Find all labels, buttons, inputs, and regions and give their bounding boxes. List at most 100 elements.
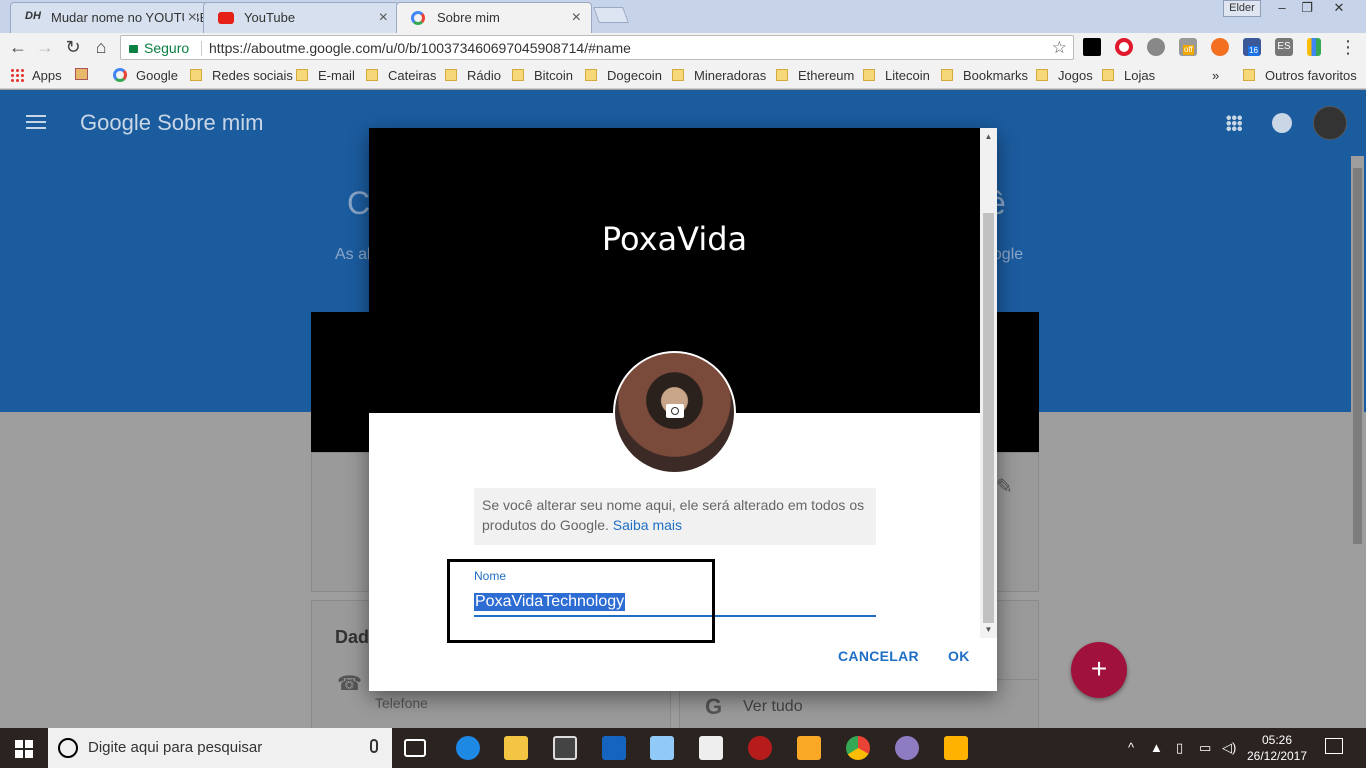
add-fab-button[interactable]: + bbox=[1071, 642, 1127, 698]
media-player-icon[interactable] bbox=[944, 736, 968, 760]
volume-icon[interactable]: ◁) bbox=[1222, 740, 1236, 756]
bookmark-folder-cateiras[interactable]: Cateiras bbox=[366, 68, 436, 83]
address-bar[interactable]: Seguro https://aboutme.google.com/u/0/b/… bbox=[120, 35, 1074, 60]
app-paper-icon[interactable] bbox=[650, 736, 674, 760]
google-icon bbox=[113, 68, 127, 82]
bookmark-google[interactable]: Google bbox=[113, 68, 178, 83]
folder-icon bbox=[776, 69, 788, 81]
extension-counter-icon[interactable]: 16 bbox=[1243, 38, 1261, 56]
notification-center-icon[interactable] bbox=[1325, 738, 1343, 754]
app-orange-icon[interactable] bbox=[797, 736, 821, 760]
folder-icon bbox=[585, 69, 597, 81]
windows-start-icon[interactable] bbox=[15, 740, 33, 758]
bookmark-folder-mineradoras[interactable]: Mineradoras bbox=[672, 68, 766, 83]
app-red-icon[interactable] bbox=[748, 736, 772, 760]
forward-arrow-icon[interactable]: → bbox=[33, 36, 57, 60]
close-icon[interactable]: × bbox=[572, 9, 581, 27]
system-clock[interactable]: 05:26 26/12/2017 bbox=[1244, 732, 1310, 764]
app-window-icon[interactable] bbox=[602, 736, 626, 760]
scroll-up-icon[interactable]: ▲ bbox=[980, 128, 997, 145]
tab-mudar-nome[interactable]: DH Mudar nome no YOUTUBE × bbox=[10, 2, 208, 33]
bookmark-folder-email[interactable]: E-mail bbox=[296, 68, 355, 83]
bookmark-folder-litecoin[interactable]: Litecoin bbox=[863, 68, 930, 83]
bookmark-folder-ethereum[interactable]: Ethereum bbox=[776, 68, 854, 83]
task-view-icon[interactable] bbox=[404, 739, 426, 757]
language-extension-icon[interactable]: ES bbox=[1275, 38, 1293, 56]
lightbulb-icon[interactable] bbox=[1147, 38, 1165, 56]
folder-icon bbox=[941, 69, 953, 81]
profile-button[interactable]: Elder bbox=[1223, 0, 1261, 17]
bookmark-folder-outros[interactable]: Outros favoritos bbox=[1243, 68, 1357, 83]
battery-icon[interactable]: ▯ bbox=[1176, 740, 1183, 756]
page-scrollbar[interactable] bbox=[1351, 156, 1364, 728]
file-explorer-icon[interactable] bbox=[504, 736, 528, 760]
mail-icon[interactable] bbox=[699, 736, 723, 760]
see-all-link[interactable]: Ver tudo bbox=[743, 698, 803, 716]
camera-icon[interactable] bbox=[666, 404, 684, 418]
tray-chevron-icon[interactable]: ^ bbox=[1128, 740, 1134, 755]
edit-pencil-icon[interactable]: ✎ bbox=[996, 474, 1013, 499]
reload-icon[interactable]: ↻ bbox=[61, 36, 85, 60]
tab-sobre-mim[interactable]: Sobre mim × bbox=[396, 2, 592, 34]
bookmark-star-icon[interactable]: ☆ bbox=[1052, 38, 1067, 58]
bookmark-folder-dogecoin[interactable]: Dogecoin bbox=[585, 68, 662, 83]
tab-title: Sobre mim bbox=[437, 10, 500, 25]
cancel-button[interactable]: CANCELAR bbox=[838, 648, 919, 664]
chrome-icon[interactable] bbox=[846, 736, 870, 760]
bookmark-folder-redes[interactable]: Redes sociais bbox=[190, 68, 293, 83]
extension-off-icon[interactable]: off bbox=[1179, 38, 1197, 56]
minimize-button[interactable]: – bbox=[1268, 0, 1296, 17]
dialog-scrollbar[interactable]: ▲ ▼ bbox=[980, 128, 997, 638]
learn-more-link[interactable]: Saiba mais bbox=[613, 517, 682, 533]
store-icon[interactable] bbox=[553, 736, 577, 760]
opera-icon[interactable] bbox=[1115, 38, 1133, 56]
app-purple-icon[interactable] bbox=[895, 736, 919, 760]
bookmark-folder-bookmarks[interactable]: Bookmarks bbox=[941, 68, 1028, 83]
secure-indicator[interactable]: Seguro bbox=[129, 40, 189, 56]
tray-app-icon[interactable]: ▲ bbox=[1150, 740, 1163, 755]
phone-icon: ☎ bbox=[337, 673, 362, 695]
notifications-icon[interactable] bbox=[1272, 113, 1292, 133]
network-icon[interactable]: ▭ bbox=[1199, 740, 1211, 756]
bookmarks-bar: Apps Google Redes sociais E-mail Cateira… bbox=[0, 62, 1366, 89]
youtube-icon bbox=[218, 12, 234, 24]
home-extension-icon[interactable] bbox=[1083, 38, 1101, 56]
bookmark-folder-radio[interactable]: Rádio bbox=[445, 68, 501, 83]
bookmark-folder-bitcoin[interactable]: Bitcoin bbox=[512, 68, 573, 83]
windows-taskbar: Digite aqui para pesquisar ^ ▲ ▯ ▭ ◁) 05… bbox=[0, 728, 1366, 768]
bookmark-image-icon[interactable] bbox=[75, 68, 88, 83]
folder-icon bbox=[190, 69, 202, 81]
restore-button[interactable]: ❐ bbox=[1293, 0, 1321, 17]
tab-youtube[interactable]: YouTube × bbox=[203, 2, 399, 33]
tab-strip: DH Mudar nome no YOUTUBE × YouTube × Sob… bbox=[0, 0, 1366, 34]
apps-grid-icon[interactable] bbox=[1226, 115, 1242, 131]
scroll-down-icon[interactable]: ▼ bbox=[980, 621, 997, 638]
taskbar-search[interactable]: Digite aqui para pesquisar bbox=[48, 728, 392, 768]
fox-extension-icon[interactable] bbox=[1211, 38, 1229, 56]
bookmarks-overflow-button[interactable]: » bbox=[1212, 68, 1219, 83]
profile-photo[interactable] bbox=[613, 351, 736, 474]
window-close-button[interactable]: ✕ bbox=[1325, 0, 1353, 17]
url-text[interactable]: https://aboutme.google.com/u/0/b/1003734… bbox=[209, 40, 631, 56]
home-icon[interactable]: ⌂ bbox=[89, 36, 113, 60]
menu-icon[interactable] bbox=[26, 115, 46, 129]
close-icon[interactable]: × bbox=[379, 9, 388, 27]
avatar[interactable] bbox=[1313, 106, 1347, 140]
google-extension-icon[interactable] bbox=[1307, 38, 1321, 56]
edge-icon[interactable] bbox=[456, 736, 480, 760]
brand-logo[interactable]: Google Sobre mim bbox=[80, 110, 263, 136]
cortana-icon bbox=[58, 738, 78, 758]
close-icon[interactable]: × bbox=[183, 9, 197, 27]
bookmark-folder-jogos[interactable]: Jogos bbox=[1036, 68, 1093, 83]
folder-icon bbox=[672, 69, 684, 81]
back-arrow-icon[interactable]: ← bbox=[6, 36, 30, 60]
google-g-icon: G bbox=[705, 694, 723, 719]
bookmark-folder-lojas[interactable]: Lojas bbox=[1102, 68, 1155, 83]
annotation-highlight-box bbox=[447, 559, 715, 643]
lock-icon bbox=[129, 45, 138, 53]
microphone-icon[interactable] bbox=[370, 739, 378, 753]
ok-button[interactable]: OK bbox=[948, 648, 970, 664]
menu-dots-icon[interactable]: ⋮ bbox=[1336, 36, 1360, 60]
new-tab-button[interactable] bbox=[593, 7, 629, 23]
bookmark-apps[interactable]: Apps bbox=[10, 68, 62, 83]
